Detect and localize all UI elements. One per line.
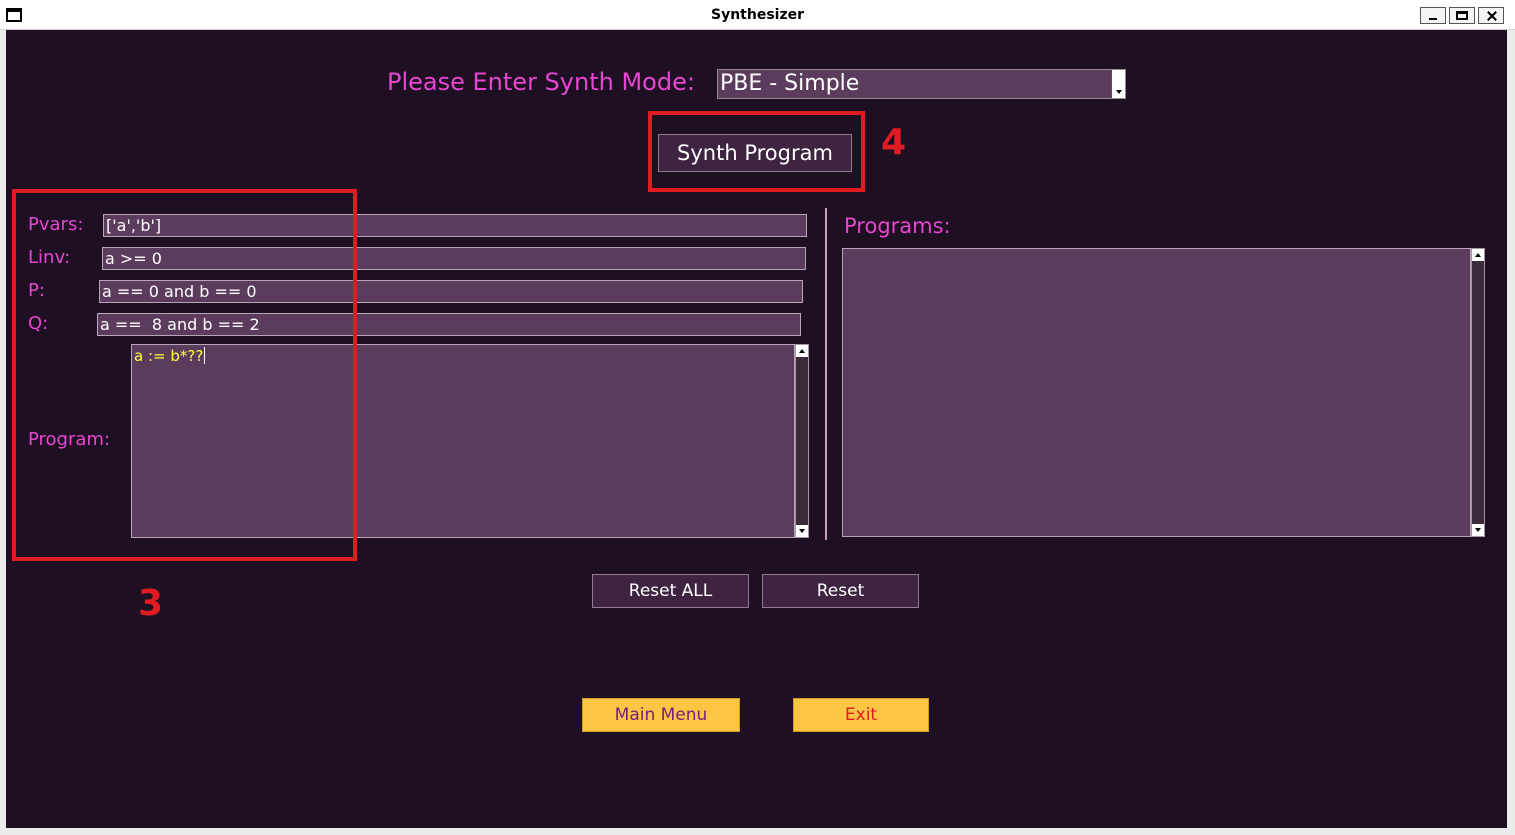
window-border xyxy=(1507,30,1515,835)
scroll-up-icon[interactable] xyxy=(796,345,808,357)
close-button[interactable] xyxy=(1478,7,1504,24)
scroll-up-icon[interactable] xyxy=(1472,249,1484,261)
annotation-number-4: 4 xyxy=(881,122,907,163)
vertical-divider xyxy=(825,208,827,540)
chevron-down-icon[interactable] xyxy=(1111,70,1125,98)
synth-mode-label: Please Enter Synth Mode: xyxy=(387,68,695,96)
programs-scrollbar[interactable] xyxy=(1471,248,1485,537)
minimize-button[interactable] xyxy=(1420,7,1446,24)
scroll-down-icon[interactable] xyxy=(796,525,808,537)
main-menu-button[interactable]: Main Menu xyxy=(582,698,740,732)
reset-button[interactable]: Reset xyxy=(762,574,919,608)
main-content: Please Enter Synth Mode: PBE - Simple Sy… xyxy=(6,30,1507,828)
annotation-box-3 xyxy=(12,189,357,561)
program-scrollbar[interactable] xyxy=(795,344,809,538)
annotation-number-3: 3 xyxy=(138,583,164,624)
annotation-box-4 xyxy=(648,111,865,192)
synth-mode-select[interactable]: PBE - Simple xyxy=(717,69,1126,99)
scroll-down-icon[interactable] xyxy=(1472,524,1484,536)
programs-label: Programs: xyxy=(844,214,951,238)
synthesizer-window: Synthesizer Please Enter Synth Mode: PBE… xyxy=(0,0,1515,835)
reset-all-button[interactable]: Reset ALL xyxy=(592,574,749,608)
synth-mode-value: PBE - Simple xyxy=(720,71,860,96)
programs-output[interactable] xyxy=(842,248,1471,537)
maximize-button[interactable] xyxy=(1449,7,1475,24)
exit-button[interactable]: Exit xyxy=(793,698,929,732)
title-bar: Synthesizer xyxy=(0,0,1515,30)
window-title: Synthesizer xyxy=(710,7,804,23)
